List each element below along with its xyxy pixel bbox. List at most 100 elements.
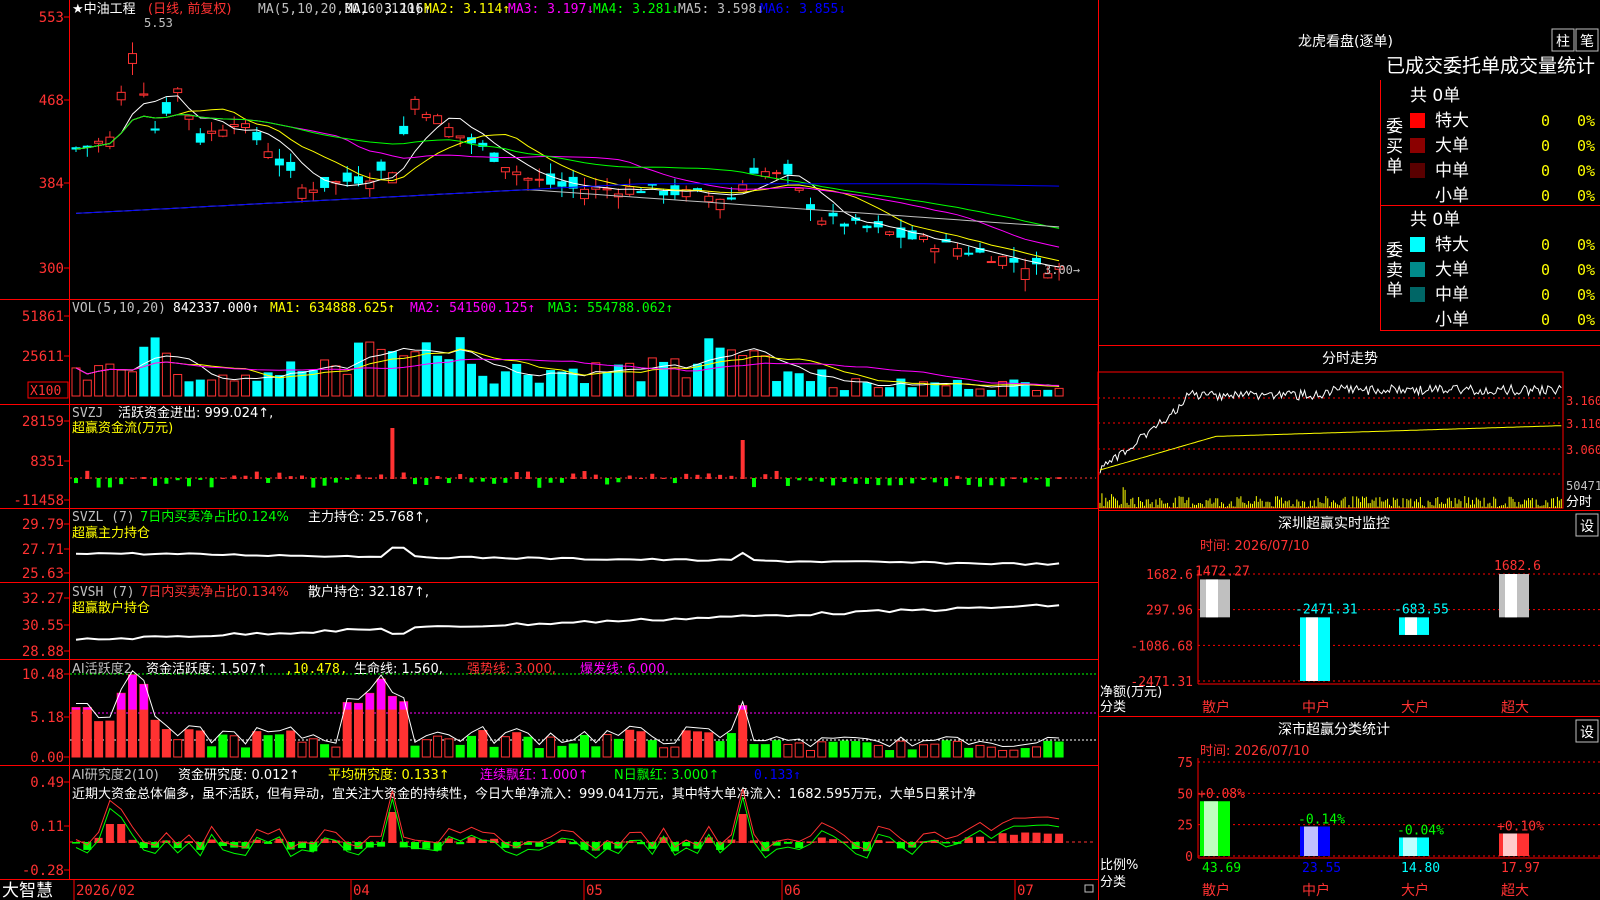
stats-y-unit: 比例% xyxy=(1100,858,1138,873)
svzj-bar xyxy=(153,478,158,486)
svzj-bar xyxy=(514,472,519,479)
monitor-category: 超大 xyxy=(1501,700,1529,716)
svzj-bar xyxy=(876,478,881,486)
svzj-bar xyxy=(706,473,711,479)
volume-bar xyxy=(806,381,815,397)
candle-body xyxy=(602,188,612,191)
candle-body xyxy=(252,131,262,141)
svzj-bar xyxy=(164,478,169,484)
volume-bar xyxy=(365,341,375,397)
volume-bar xyxy=(636,381,646,397)
svzj-bar xyxy=(684,473,689,479)
order-pct: 0% xyxy=(1577,236,1595,254)
svzj-bar xyxy=(1023,478,1028,483)
order-count: 0 xyxy=(1541,236,1550,254)
stats-time: 时间: 2026/07/10 xyxy=(1200,744,1309,759)
activity-bar xyxy=(71,707,81,758)
ai-research-header: AI研究度2(10) 资金研究度: 0.012↑ 平均研究度: 0.133↑ 连… xyxy=(72,767,976,802)
activity-bar xyxy=(320,744,330,758)
svzj-bar xyxy=(910,478,915,484)
svzj-bar xyxy=(887,478,892,486)
candle-body xyxy=(263,151,273,159)
order-count: 0 xyxy=(1541,261,1550,279)
order-count: 0 xyxy=(1541,112,1550,130)
y-tick-label: 51861 xyxy=(22,309,64,325)
order-count: 0 xyxy=(1541,162,1550,180)
stats-category: 散户 xyxy=(1202,882,1230,899)
stats-value-label: 17.97 xyxy=(1501,861,1540,876)
svzj-bar xyxy=(853,478,858,484)
svzj-bar xyxy=(593,474,598,479)
svzj-bar xyxy=(390,428,395,479)
lock-icon[interactable] xyxy=(1084,884,1094,893)
tick-mode-label: 笔 xyxy=(1580,34,1594,50)
last-price-label: 3.00→ xyxy=(1044,263,1080,277)
monitor-y-unit: 净额(万元) xyxy=(1100,685,1162,700)
activity-bar xyxy=(738,705,748,758)
activity-bar xyxy=(670,746,680,758)
volume-bar xyxy=(71,367,81,397)
candle-body xyxy=(500,167,510,173)
y-tick-label: 553 xyxy=(39,10,64,26)
svsh-subtitle: 超赢散户持仓 xyxy=(72,600,150,616)
order-type: 大单 xyxy=(1435,136,1469,156)
order-pct: 0% xyxy=(1577,112,1595,130)
volume-bar xyxy=(534,382,544,397)
stock-title[interactable]: ★中油工程 xyxy=(72,2,136,17)
svzj-bar xyxy=(96,478,101,488)
activity-bar xyxy=(625,729,635,758)
order-color-swatch xyxy=(1410,287,1425,302)
x-axis-label: 05 xyxy=(586,883,603,899)
svzj-bar xyxy=(288,476,293,479)
volume-bar xyxy=(783,371,793,397)
svzj-bar xyxy=(492,478,497,484)
activity-bar xyxy=(580,734,589,758)
ai-active-lifeline: 生命线: 1.560, xyxy=(354,661,443,677)
svzj-bar xyxy=(367,477,372,479)
candle-body xyxy=(952,248,962,257)
activity-bar xyxy=(410,745,420,758)
volume-bar xyxy=(681,377,691,397)
svzj-bar xyxy=(616,478,621,483)
volume-bar xyxy=(828,387,838,397)
svzj-header: SVZJ 活跃资金进出: 999.024↑, 超赢资金流(万元) xyxy=(72,405,273,436)
candle-body xyxy=(184,115,194,120)
vol-ma2: MA2: 541500.125↑ xyxy=(410,301,535,316)
svzj-bar xyxy=(932,478,937,483)
volume-bar xyxy=(738,355,748,397)
svzj-bar xyxy=(141,477,146,479)
svzj-bar xyxy=(74,478,78,484)
volume-bar xyxy=(726,349,736,397)
volume-bar xyxy=(444,359,454,397)
ai-research-nday: N日飘红: 3.000↑ xyxy=(614,767,719,783)
volume-bar xyxy=(116,369,126,397)
svzj-bar xyxy=(175,478,180,481)
research-bar xyxy=(467,837,476,843)
y-tick-label: 25611 xyxy=(22,349,64,365)
candle-body xyxy=(354,176,363,184)
svzl-holding: 主力持仓: 25.768↑, xyxy=(308,510,429,525)
dragon-tiger-header: 已成交委托单成交量统计 xyxy=(1386,55,1595,77)
activity-bar xyxy=(591,746,601,758)
sell-orders-table: 委卖单 共 0单特大 0 0% 大单 0 0% 中单 0 0% 小单 0 0% xyxy=(1386,210,1595,330)
candle-body xyxy=(308,189,318,193)
candle-body xyxy=(1009,257,1019,263)
activity-bar xyxy=(252,731,262,758)
intraday-avg-line xyxy=(1099,425,1562,471)
research-bar xyxy=(422,842,431,849)
svzj-bar xyxy=(559,478,564,483)
activity-bar xyxy=(636,731,646,758)
research-bar xyxy=(829,839,838,843)
svzl-line xyxy=(75,546,1060,566)
x-axis: 2026/02 04 05 06 07 xyxy=(73,880,1034,900)
volume-bar xyxy=(1032,390,1041,397)
ai-research-value: 资金研究度: 0.012↑ xyxy=(178,767,300,783)
activity-burst-bar xyxy=(354,703,363,710)
stats-value-label: 23.55 xyxy=(1302,861,1341,876)
volume-bar xyxy=(500,371,510,397)
svzj-bar xyxy=(978,478,982,487)
stats-category: 超大 xyxy=(1501,883,1529,899)
candle-body xyxy=(885,231,895,235)
volume-bar xyxy=(659,361,669,397)
period-mode[interactable]: (日线, 前复权) xyxy=(148,1,231,17)
